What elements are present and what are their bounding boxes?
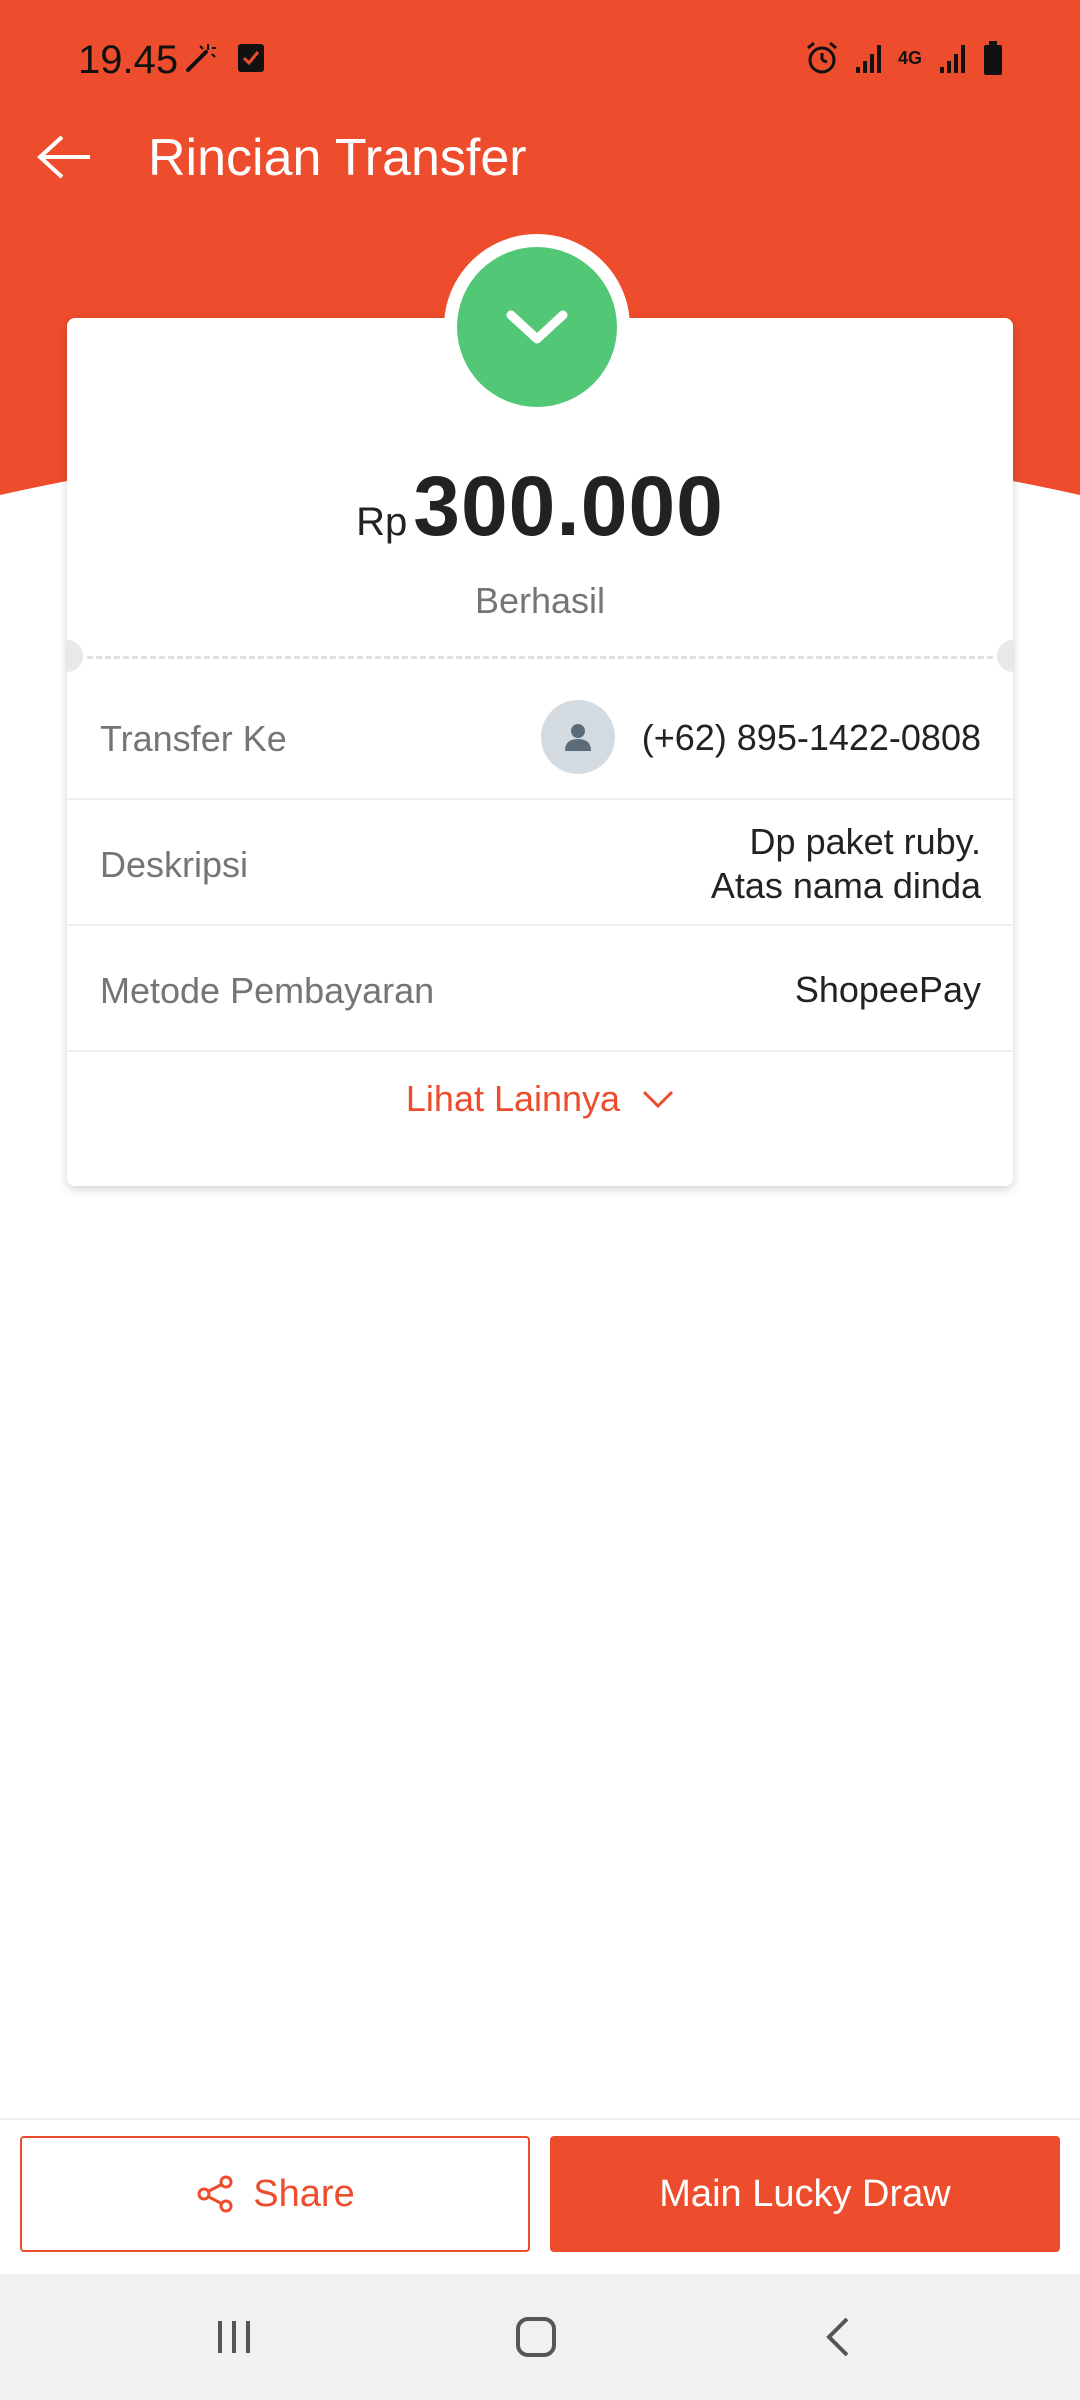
description-line-1: Dp paket ruby. xyxy=(749,821,981,862)
lucky-draw-label: Main Lucky Draw xyxy=(659,2172,951,2215)
checkbox-icon xyxy=(238,44,264,72)
battery-icon xyxy=(984,41,1002,75)
home-icon xyxy=(516,2317,556,2357)
success-circle xyxy=(457,247,617,407)
see-more-label: Lihat Lainnya xyxy=(405,1078,621,1119)
home-button[interactable] xyxy=(496,2300,576,2374)
share-label: Share xyxy=(253,2172,355,2215)
status-left-icons xyxy=(182,40,266,76)
detail-value: Dp paket ruby. Atas nama dinda xyxy=(711,820,981,908)
amount-value: 300.000 xyxy=(413,459,724,553)
status-bar: 19.45 4G xyxy=(0,0,1080,120)
system-back-button[interactable] xyxy=(798,2300,878,2374)
description-line-2: Atas nama dinda xyxy=(710,865,981,906)
recent-apps-icon xyxy=(218,2321,250,2353)
4g-icon: 4G xyxy=(898,48,923,68)
detail-label: Deskripsi xyxy=(100,844,249,885)
share-icon xyxy=(197,2175,233,2213)
back-button[interactable] xyxy=(30,122,100,192)
detail-value: ShopeePay xyxy=(794,969,981,1010)
page-title: Rincian Transfer xyxy=(148,129,527,187)
recent-apps-button[interactable] xyxy=(194,2300,274,2374)
amount-currency: Rp xyxy=(356,500,408,544)
transfer-details-card: Rp300.000 Berhasil Transfer Ke (+62) 895… xyxy=(65,318,1015,1186)
success-badge xyxy=(444,234,630,420)
status-time: 19.45 xyxy=(78,38,179,82)
ticket-notch-left xyxy=(65,640,83,672)
alarm-icon xyxy=(807,41,837,74)
chevron-down-icon xyxy=(643,1090,674,1109)
dashed-divider xyxy=(87,656,993,659)
detail-label: Metode Pembayaran xyxy=(100,970,435,1011)
share-button[interactable]: Share xyxy=(20,2136,530,2252)
amount: Rp300.000 xyxy=(67,458,1013,555)
user-avatar-icon xyxy=(541,700,615,774)
chevron-down-icon xyxy=(506,310,568,344)
detail-row-transfer-to: Transfer Ke (+62) 895-1422-0808 xyxy=(67,678,1013,800)
signal-icon xyxy=(940,45,965,73)
detail-row-payment-method: Metode Pembayaran ShopeePay xyxy=(67,926,1013,1052)
detail-value: (+62) 895-1422-0808 xyxy=(641,717,981,758)
magic-wand-icon xyxy=(186,44,216,72)
system-nav-bar xyxy=(0,2274,1080,2400)
transfer-status: Berhasil xyxy=(474,580,606,621)
detail-label: Transfer Ke xyxy=(100,718,287,759)
app-bar: Rincian Transfer xyxy=(0,120,1080,200)
arrow-left-icon xyxy=(37,135,90,179)
ticket-notch-right xyxy=(997,640,1015,672)
see-more-button[interactable]: Lihat Lainnya xyxy=(67,1078,1013,1120)
status-right-icons: 4G xyxy=(804,40,1004,76)
signal-icon xyxy=(856,45,881,73)
detail-row-description: Deskripsi Dp paket ruby. Atas nama dinda xyxy=(67,800,1013,926)
back-icon xyxy=(826,2317,849,2357)
lucky-draw-button[interactable]: Main Lucky Draw xyxy=(550,2136,1060,2252)
bottom-action-bar: Share Main Lucky Draw xyxy=(0,2118,1080,2274)
